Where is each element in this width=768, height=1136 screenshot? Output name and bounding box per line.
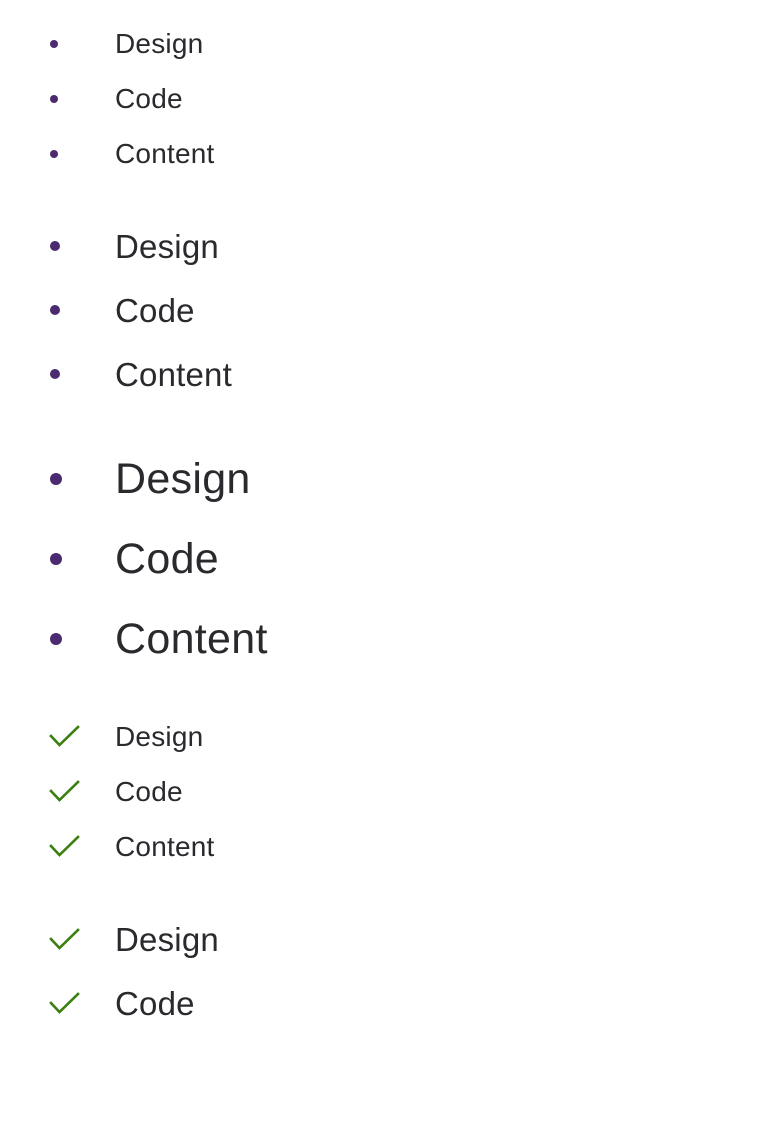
bullet-list-small: Design Code Content [0,16,768,181]
bullet-icon [50,241,60,251]
checkmark-icon [49,725,80,747]
list-item-label: Design [115,227,219,265]
bullet-icon [50,149,58,158]
list-item: Code [0,971,768,1035]
list-item: Content [0,599,768,679]
checkmark-icon [49,991,80,1014]
bullet-icon [50,473,62,485]
checkmark-icon [49,927,80,950]
list-item-label: Code [115,534,219,583]
bullet-list-large: Design Code Content [0,439,768,679]
list-item-label: Design [115,720,204,752]
checkmark-icon [49,780,80,802]
list-item: Code [0,764,768,819]
bullet-icon [50,94,58,103]
list-item: Code [0,278,768,342]
list-item: Design [0,709,768,764]
list-item: Code [0,71,768,126]
check-list-medium: Design Code [0,907,768,1035]
list-item: Content [0,342,768,406]
list-item: Design [0,214,768,278]
list-item: Content [0,819,768,874]
list-item: Design [0,439,768,519]
bullet-icon [50,369,60,379]
list-item: Content [0,126,768,181]
list-item-label: Code [115,82,183,114]
list-item-label: Code [115,291,195,329]
bullet-icon [50,305,60,315]
list-item-label: Content [115,614,268,663]
list-item-label: Content [115,137,215,169]
list-item-label: Content [115,830,215,862]
checkmark-icon [49,835,80,857]
bullet-icon [50,553,62,565]
list-item-label: Content [115,355,232,393]
list-item-label: Code [115,775,183,807]
list-item: Design [0,16,768,71]
check-list-small: Design Code Content [0,709,768,874]
list-item-label: Design [115,454,251,503]
list-item-label: Design [115,920,219,958]
list-item: Code [0,519,768,599]
list-item-label: Design [115,27,204,59]
bullet-list-medium: Design Code Content [0,214,768,406]
bullet-icon [50,633,62,645]
list-item: Design [0,907,768,971]
list-item-label: Code [115,984,195,1022]
bullet-icon [50,39,58,48]
